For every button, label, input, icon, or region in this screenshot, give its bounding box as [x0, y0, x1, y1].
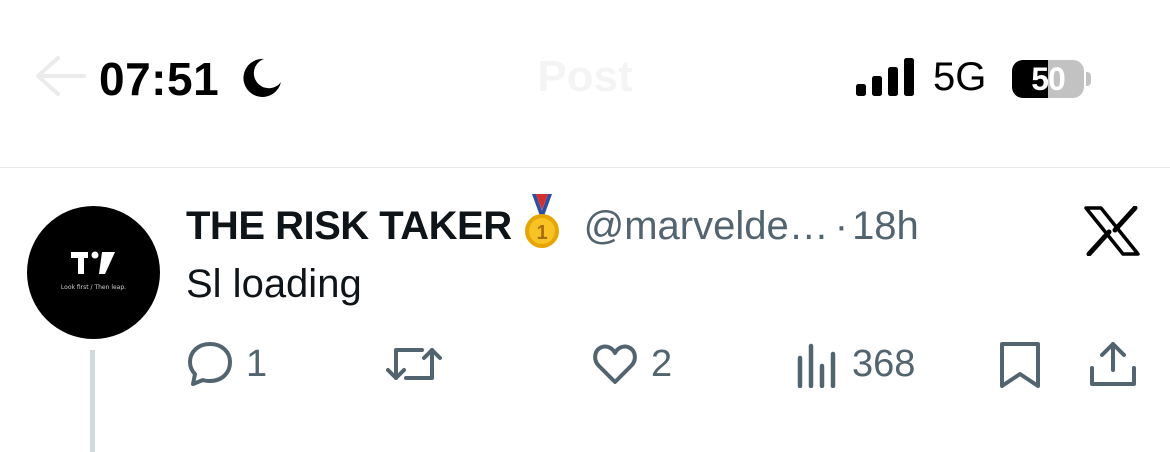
- moon-icon: [243, 58, 281, 97]
- views-chart-icon: [797, 343, 836, 388]
- battery-percent: 50: [1031, 60, 1066, 97]
- avatar[interactable]: Look first / Then leap.: [27, 206, 160, 339]
- tweet-header: THE RISK TAKER 1 @marvelde… · 18h: [186, 194, 919, 252]
- view-count: 368: [852, 342, 916, 385]
- separator-dot: ·: [834, 203, 849, 248]
- tweet-actions: 1 2 368: [0, 334, 1170, 394]
- avatar-logo-icon: [71, 251, 115, 274]
- svg-text:1: 1: [536, 222, 547, 244]
- header-divider: [0, 167, 1170, 168]
- like-button[interactable]: 2: [591, 334, 672, 394]
- retweet-button[interactable]: [386, 334, 454, 394]
- reply-count: 1: [246, 342, 268, 385]
- status-bar: Post 07:51 5G 50: [0, 0, 1170, 160]
- bookmark-button[interactable]: [998, 334, 1042, 394]
- tweet-text: Sl loading: [186, 262, 362, 306]
- status-time: 07:51: [99, 53, 220, 105]
- reply-button[interactable]: 1: [186, 334, 267, 394]
- first-place-medal-icon: 1: [524, 194, 559, 248]
- reply-icon: [188, 342, 232, 386]
- handle[interactable]: @marvelde…: [584, 204, 829, 249]
- avatar-tagline: Look first / Then leap.: [60, 284, 127, 291]
- battery-icon: 50: [1012, 60, 1084, 98]
- heart-icon: [593, 344, 637, 384]
- display-name[interactable]: THE RISK TAKER: [186, 204, 512, 249]
- timestamp[interactable]: 18h: [852, 204, 919, 249]
- battery-tip: [1086, 72, 1091, 86]
- x-logo-icon: [1084, 206, 1140, 256]
- cellular-signal-icon: [856, 58, 914, 96]
- like-count: 2: [651, 342, 673, 385]
- network-type: 5G: [933, 55, 987, 99]
- bookmark-icon: [1000, 342, 1040, 388]
- share-icon: [1090, 342, 1136, 386]
- views-button[interactable]: 368: [796, 334, 915, 394]
- retweet-icon: [386, 348, 442, 380]
- share-button[interactable]: [1088, 334, 1138, 394]
